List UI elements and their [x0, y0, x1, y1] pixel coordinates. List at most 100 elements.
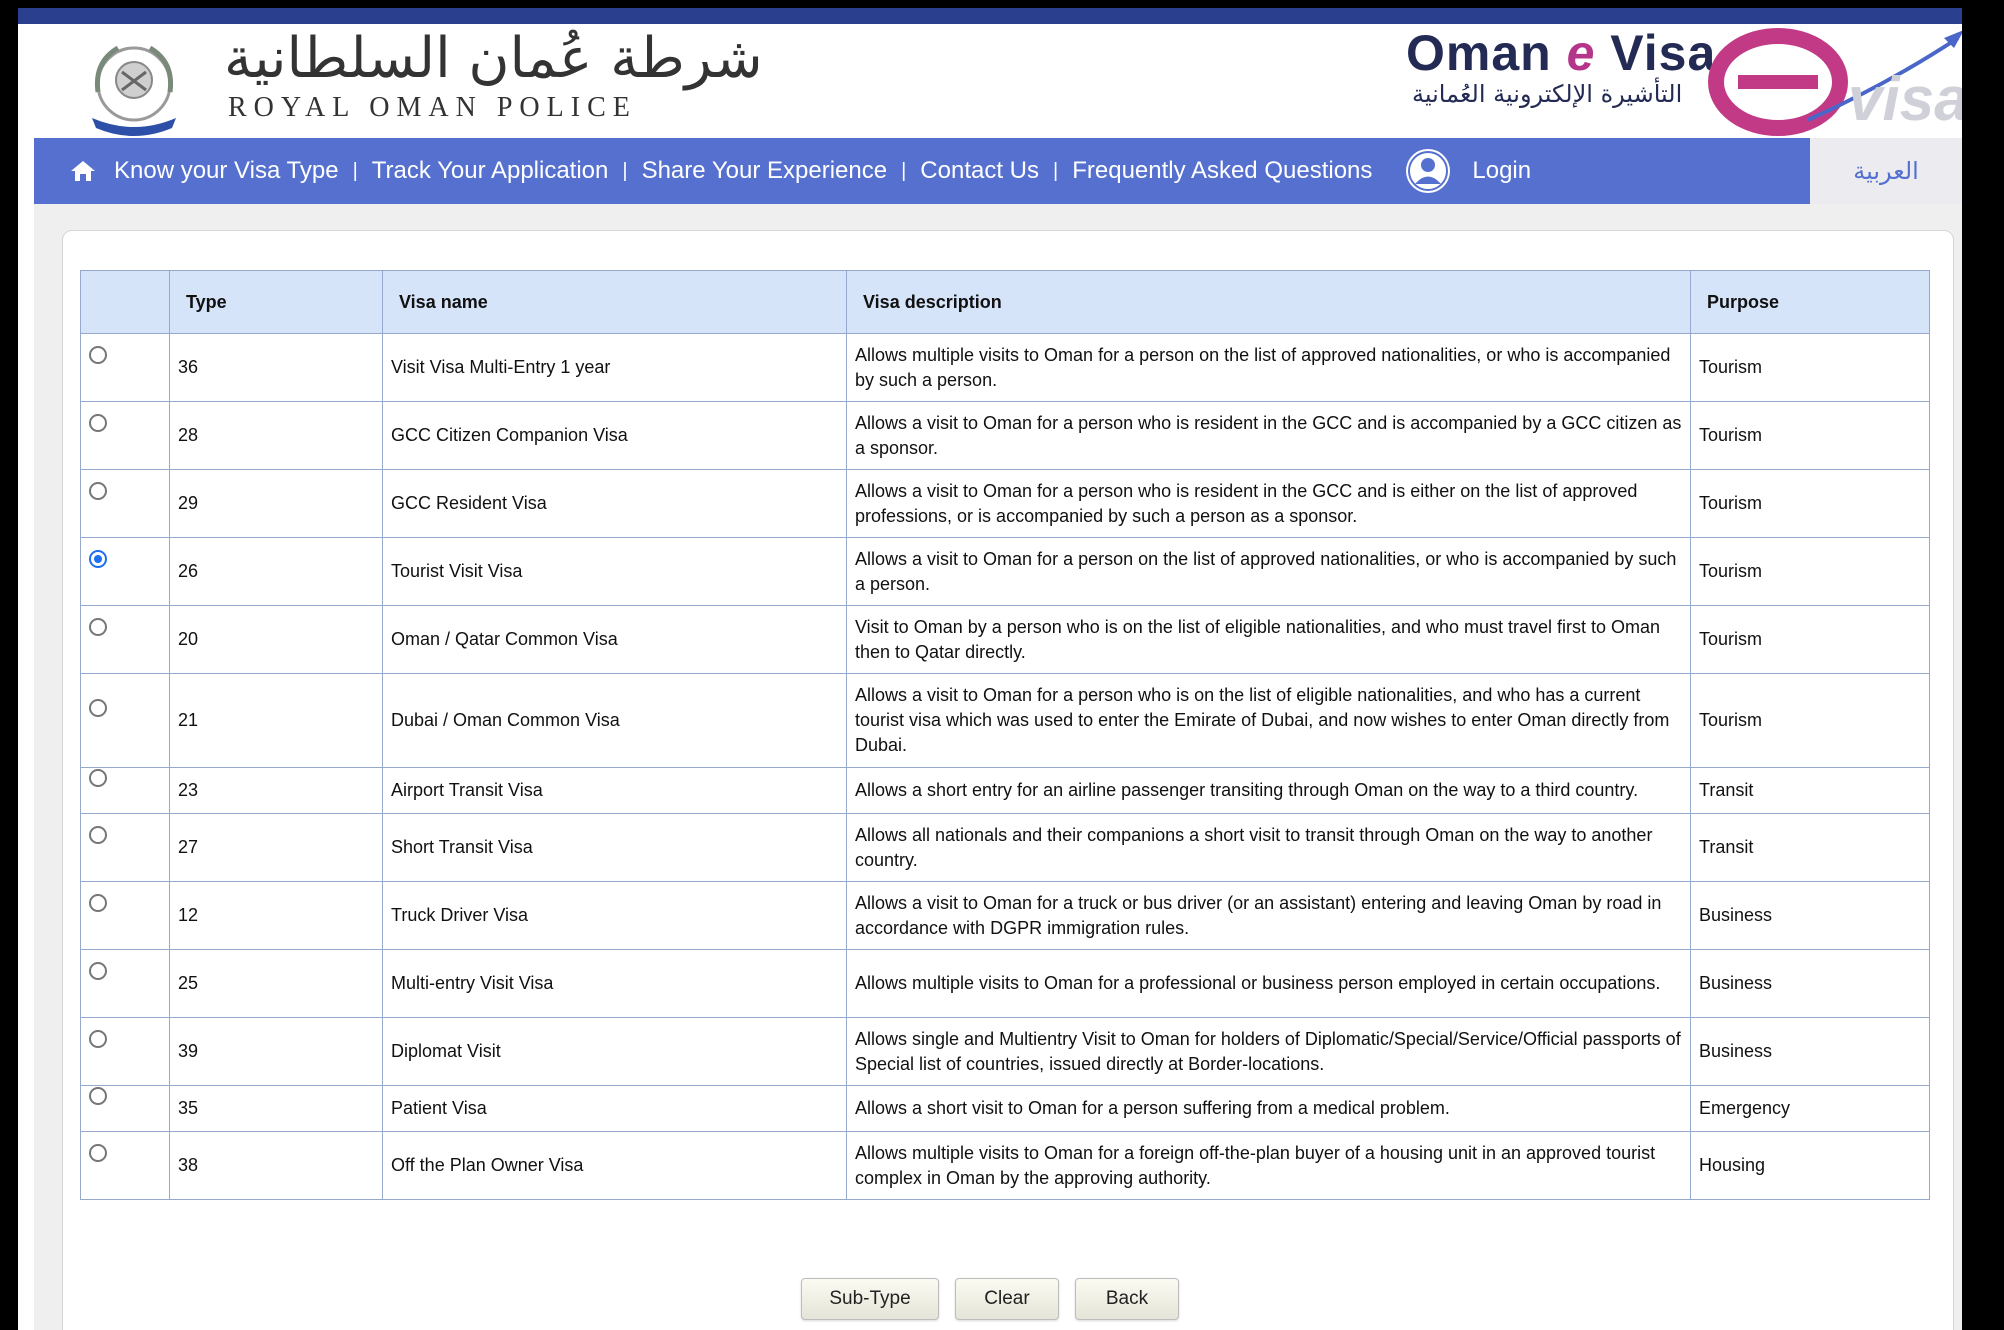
- visa-purpose-cell: Tourism: [1690, 469, 1930, 538]
- visa-radio-button[interactable]: [89, 1086, 107, 1105]
- visa-radio-button[interactable]: [89, 345, 107, 364]
- table-row[interactable]: 26 Tourist Visit Visa Allows a visit to Om…: [80, 537, 1930, 606]
- visa-radio-button[interactable]: [89, 1029, 107, 1048]
- table-row[interactable]: 20 Oman / Qatar Common Visa Visit to Oman …: [80, 605, 1930, 674]
- nav-contact-us[interactable]: Contact Us: [914, 157, 1045, 185]
- visa-description-cell: Allows a visit to Oman for a truck or bu…: [846, 881, 1691, 950]
- visa-purpose-cell: Tourism: [1690, 401, 1930, 470]
- table-row[interactable]: 29 GCC Resident Visa Allows a visit to Oma…: [80, 469, 1930, 538]
- browser-frame: شرطة عُمان السلطانية ROYAL OMAN POLICE O…: [18, 8, 1962, 1330]
- visa-name-cell: Short Transit Visa: [382, 813, 847, 882]
- site-header: شرطة عُمان السلطانية ROYAL OMAN POLICE O…: [34, 24, 1962, 146]
- table-row[interactable]: 27 Short Transit Visa Allows all nationals…: [80, 813, 1930, 882]
- visa-type-cell: 39: [169, 1017, 383, 1086]
- nav-track-application[interactable]: Track Your Application: [366, 157, 615, 185]
- visa-name-cell: Dubai / Oman Common Visa: [382, 673, 847, 768]
- row-select-cell: [80, 673, 170, 768]
- table-row[interactable]: 21 Dubai / Oman Common Visa Allows a visit…: [80, 673, 1930, 768]
- nav-login[interactable]: Login: [1466, 157, 1537, 185]
- visa-name-cell: Patient Visa: [382, 1085, 847, 1132]
- visa-description-cell: Allows all nationals and their companion…: [846, 813, 1691, 882]
- visa-purpose-cell: Tourism: [1690, 673, 1930, 768]
- table-row[interactable]: 25 Multi-entry Visit Visa Allows multiple …: [80, 949, 1930, 1018]
- visa-type-table: Type Visa name Visa description Purpose …: [80, 270, 1930, 1200]
- evisa-title-suffix: Visa: [1595, 25, 1717, 81]
- action-buttons: Sub-Type Clear Back: [18, 1278, 1962, 1320]
- row-select-cell: [80, 333, 170, 402]
- evisa-title-prefix: Oman: [1406, 25, 1567, 81]
- table-row[interactable]: 36 Visit Visa Multi-Entry 1 year Allows mu…: [80, 333, 1930, 402]
- rop-english-name: ROYAL OMAN POLICE: [228, 92, 637, 123]
- visa-type-cell: 35: [169, 1085, 383, 1132]
- user-avatar-icon[interactable]: [1404, 147, 1452, 195]
- visa-description-cell: Allows a visit to Oman for a person who …: [846, 469, 1691, 538]
- visa-type-cell: 27: [169, 813, 383, 882]
- visa-radio-button[interactable]: [89, 617, 107, 636]
- visa-radio-button[interactable]: [89, 961, 107, 980]
- visa-radio-button[interactable]: [89, 698, 107, 717]
- visa-description-cell: Allows multiple visits to Oman for a per…: [846, 333, 1691, 402]
- visa-radio-button[interactable]: [89, 825, 107, 844]
- visa-type-cell: 36: [169, 333, 383, 402]
- subtype-button[interactable]: Sub-Type: [801, 1278, 939, 1320]
- visa-type-cell: 21: [169, 673, 383, 768]
- home-icon[interactable]: [58, 146, 108, 196]
- visa-type-cell: 28: [169, 401, 383, 470]
- visa-purpose-cell: Transit: [1690, 767, 1930, 814]
- visa-purpose-cell: Business: [1690, 1017, 1930, 1086]
- visa-description-cell: Allows a visit to Oman for a person who …: [846, 401, 1691, 470]
- rop-arabic-name: شرطة عُمان السلطانية: [224, 26, 763, 91]
- visa-name-cell: Truck Driver Visa: [382, 881, 847, 950]
- visa-type-cell: 23: [169, 767, 383, 814]
- table-row[interactable]: 28 GCC Citizen Companion Visa Allows a vis…: [80, 401, 1930, 470]
- visa-description-cell: Allows a visit to Oman for a person who …: [846, 673, 1691, 768]
- visa-type-cell: 38: [169, 1131, 383, 1200]
- row-select-cell: [80, 605, 170, 674]
- visa-name-cell: Off the Plan Owner Visa: [382, 1131, 847, 1200]
- visa-type-cell: 12: [169, 881, 383, 950]
- table-row[interactable]: 38 Off the Plan Owner Visa Allows multiple…: [80, 1131, 1930, 1200]
- visa-name-cell: Airport Transit Visa: [382, 767, 847, 814]
- nav-know-visa-type[interactable]: Know your Visa Type: [108, 157, 345, 185]
- row-select-cell: [80, 537, 170, 606]
- back-button[interactable]: Back: [1075, 1278, 1179, 1320]
- visa-radio-button[interactable]: [89, 413, 107, 432]
- visa-purpose-cell: Business: [1690, 949, 1930, 1018]
- visa-description-cell: Visit to Oman by a person who is on the …: [846, 605, 1691, 674]
- header-purpose: Purpose: [1690, 270, 1930, 334]
- top-strip: [18, 8, 1962, 24]
- visa-radio-button[interactable]: [89, 1143, 107, 1162]
- visa-radio-button[interactable]: [89, 768, 107, 787]
- nav-separator: |: [1053, 159, 1059, 182]
- visa-purpose-cell: Tourism: [1690, 333, 1930, 402]
- row-select-cell: [80, 401, 170, 470]
- rop-emblem-icon: [74, 32, 194, 149]
- row-select-cell: [80, 1017, 170, 1086]
- visa-type-cell: 26: [169, 537, 383, 606]
- clear-button[interactable]: Clear: [955, 1278, 1059, 1320]
- visa-type-cell: 25: [169, 949, 383, 1018]
- row-select-cell: [80, 469, 170, 538]
- visa-description-cell: Allows multiple visits to Oman for a for…: [846, 1131, 1691, 1200]
- header-visa-description: Visa description: [846, 270, 1691, 334]
- visa-radio-button[interactable]: [89, 549, 107, 568]
- header-type: Type: [169, 270, 383, 334]
- header-visa-name: Visa name: [382, 270, 847, 334]
- table-row[interactable]: 39 Diplomat Visit Allows single and Multie…: [80, 1017, 1930, 1086]
- header-select: [80, 270, 170, 334]
- visa-purpose-cell: Housing: [1690, 1131, 1930, 1200]
- visa-purpose-cell: Tourism: [1690, 537, 1930, 606]
- language-switch[interactable]: العربية: [1810, 138, 1962, 204]
- row-select-cell: [80, 767, 170, 814]
- nav-faq[interactable]: Frequently Asked Questions: [1066, 157, 1378, 185]
- table-row[interactable]: 35 Patient Visa Allows a short visit to Om…: [80, 1085, 1930, 1132]
- visa-purpose-cell: Transit: [1690, 813, 1930, 882]
- visa-name-cell: Oman / Qatar Common Visa: [382, 605, 847, 674]
- nav-share-experience[interactable]: Share Your Experience: [636, 157, 894, 185]
- visa-name-cell: Multi-entry Visit Visa: [382, 949, 847, 1018]
- table-row[interactable]: 23 Airport Transit Visa Allows a short ent…: [80, 767, 1930, 814]
- table-row[interactable]: 12 Truck Driver Visa Allows a visit to Oma…: [80, 881, 1930, 950]
- visa-radio-button[interactable]: [89, 893, 107, 912]
- visa-radio-button[interactable]: [89, 481, 107, 500]
- visa-name-cell: GCC Resident Visa: [382, 469, 847, 538]
